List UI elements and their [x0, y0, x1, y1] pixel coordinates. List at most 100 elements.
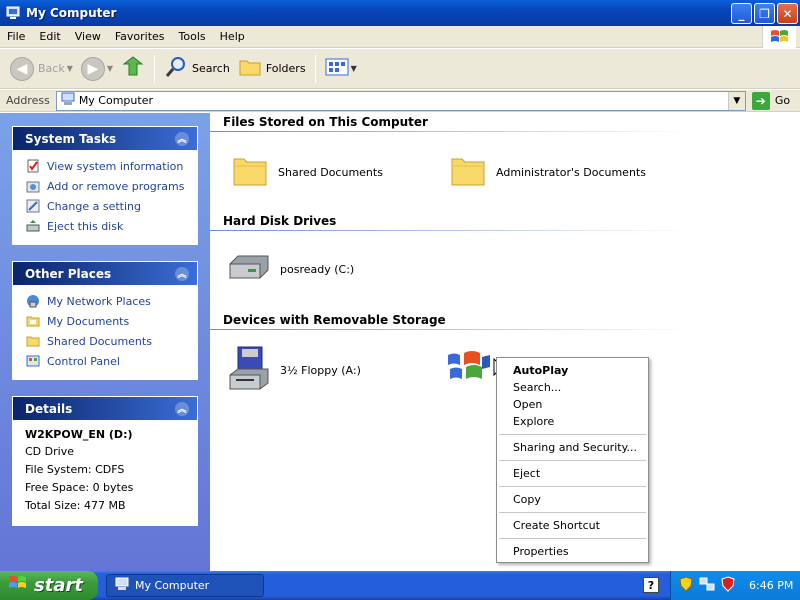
details-drive-type: CD Drive [25, 445, 74, 458]
place-label: Shared Documents [47, 334, 152, 348]
taskbar: start My Computer ? 6:46 PM [0, 571, 800, 600]
title-bar[interactable]: My Computer _ ❐ ✕ [0, 0, 800, 26]
go-button[interactable]: ➔ Go [751, 91, 791, 110]
folder-up-icon [121, 55, 145, 82]
control-panel-link[interactable]: Control Panel [25, 351, 187, 371]
ctx-search[interactable]: Search... [497, 379, 648, 396]
eject-icon [25, 218, 41, 234]
floppy-a-item[interactable]: 3½ Floppy (A:) [226, 345, 361, 396]
details-header[interactable]: Details ︽ [13, 397, 197, 420]
close-button[interactable]: ✕ [777, 3, 798, 24]
shared-documents-link[interactable]: Shared Documents [25, 331, 187, 351]
alert-shield-icon[interactable] [721, 576, 735, 595]
group-removable-header: Devices with Removable Storage [223, 313, 446, 327]
add-remove-programs-link[interactable]: Add or remove programs [25, 176, 187, 196]
back-arrow-icon: ◀ [10, 56, 34, 81]
control-panel-icon [25, 198, 41, 214]
help-icon[interactable]: ? [643, 577, 659, 593]
back-label: Back [38, 62, 65, 75]
menu-favorites[interactable]: Favorites [108, 30, 172, 43]
my-documents-link[interactable]: My Documents [25, 311, 187, 331]
system-tray: 6:46 PM [670, 571, 800, 600]
ctx-create-shortcut[interactable]: Create Shortcut [497, 517, 648, 534]
item-label: posready (C:) [280, 263, 355, 276]
menu-edit[interactable]: Edit [32, 30, 67, 43]
details-file-system: File System: CDFS [25, 463, 125, 476]
add-remove-icon [25, 178, 41, 194]
details-free-space: Free Space: 0 bytes [25, 481, 134, 494]
shared-documents-item[interactable]: Shared Documents [230, 151, 383, 194]
search-button[interactable]: Search [160, 53, 234, 85]
other-places-box: Other Places ︽ My Network Places My Docu… [12, 261, 198, 380]
go-label: Go [774, 94, 791, 107]
back-dropdown-icon[interactable]: ▼ [67, 64, 73, 73]
group-divider [210, 131, 690, 132]
menu-bar: File Edit View Favorites Tools Help [0, 26, 800, 48]
ctx-eject[interactable]: Eject [497, 465, 648, 482]
folder-icon [448, 151, 488, 194]
go-arrow-icon: ➔ [751, 91, 770, 110]
folders-label: Folders [265, 62, 306, 75]
other-places-header[interactable]: Other Places ︽ [13, 262, 197, 285]
administrators-documents-item[interactable]: Administrator's Documents [448, 151, 646, 194]
task-label: Add or remove programs [47, 179, 185, 193]
address-label: Address [6, 94, 50, 107]
collapse-icon[interactable]: ︽ [175, 266, 189, 281]
forward-button[interactable]: ▶ ▼ [77, 53, 117, 85]
collapse-icon[interactable]: ︽ [175, 401, 189, 416]
maximize-button[interactable]: ❐ [754, 3, 775, 24]
security-shield-icon[interactable] [679, 576, 693, 595]
task-label: Eject this disk [47, 219, 124, 233]
views-button[interactable]: ▼ [321, 53, 361, 85]
ctx-properties[interactable]: Properties [497, 543, 648, 560]
menu-separator [499, 486, 646, 487]
place-label: My Documents [47, 314, 130, 328]
address-field[interactable]: My Computer ▼ [55, 90, 746, 111]
folders-icon [238, 55, 262, 82]
menu-separator [499, 460, 646, 461]
taskbar-my-computer[interactable]: My Computer [106, 574, 264, 597]
context-menu: AutoPlay Search... Open Explore Sharing … [496, 357, 649, 563]
my-computer-icon [5, 5, 21, 21]
network-icon[interactable] [699, 576, 715, 595]
ctx-explore[interactable]: Explore [497, 413, 648, 430]
ctx-open[interactable]: Open [497, 396, 648, 413]
menu-tools[interactable]: Tools [172, 30, 213, 43]
group-divider [210, 230, 690, 231]
eject-disk-link[interactable]: Eject this disk [25, 216, 187, 236]
control-panel-icon [25, 353, 41, 369]
system-tasks-header[interactable]: System Tasks ︽ [13, 127, 197, 150]
forward-dropdown-icon[interactable]: ▼ [107, 64, 113, 73]
view-system-info-link[interactable]: View system information [25, 156, 187, 176]
menu-file[interactable]: File [0, 30, 32, 43]
ctx-copy[interactable]: Copy [497, 491, 648, 508]
folder-icon [25, 333, 41, 349]
local-disk-c-item[interactable]: posready (C:) [226, 250, 354, 289]
collapse-icon[interactable]: ︽ [175, 131, 189, 146]
back-button[interactable]: ◀ Back ▼ [6, 53, 77, 85]
floppy-drive-icon [226, 345, 272, 396]
cd-drive-d-item[interactable] [444, 347, 492, 390]
folders-button[interactable]: Folders [234, 53, 310, 85]
windows-logo-icon [762, 26, 796, 48]
ctx-sharing-security[interactable]: Sharing and Security... [497, 439, 648, 456]
change-setting-link[interactable]: Change a setting [25, 196, 187, 216]
menu-view[interactable]: View [68, 30, 108, 43]
menu-separator [499, 538, 646, 539]
ctx-autoplay[interactable]: AutoPlay [497, 362, 648, 379]
address-bar: Address My Computer ▼ ➔ Go [0, 90, 800, 112]
address-dropdown-icon[interactable]: ▼ [727, 91, 745, 110]
network-places-icon [25, 293, 41, 309]
my-network-places-link[interactable]: My Network Places [25, 291, 187, 311]
start-button[interactable]: start [0, 571, 98, 600]
views-icon [325, 57, 349, 80]
my-documents-icon [25, 313, 41, 329]
toolbar: ◀ Back ▼ ▶ ▼ Search Folders ▼ [0, 49, 800, 89]
clock[interactable]: 6:46 PM [749, 579, 793, 592]
up-button[interactable] [117, 53, 149, 85]
system-info-icon [25, 158, 41, 174]
start-label: start [34, 575, 83, 596]
menu-help[interactable]: Help [213, 30, 252, 43]
other-places-title: Other Places [25, 266, 112, 281]
minimize-button[interactable]: _ [731, 3, 752, 24]
